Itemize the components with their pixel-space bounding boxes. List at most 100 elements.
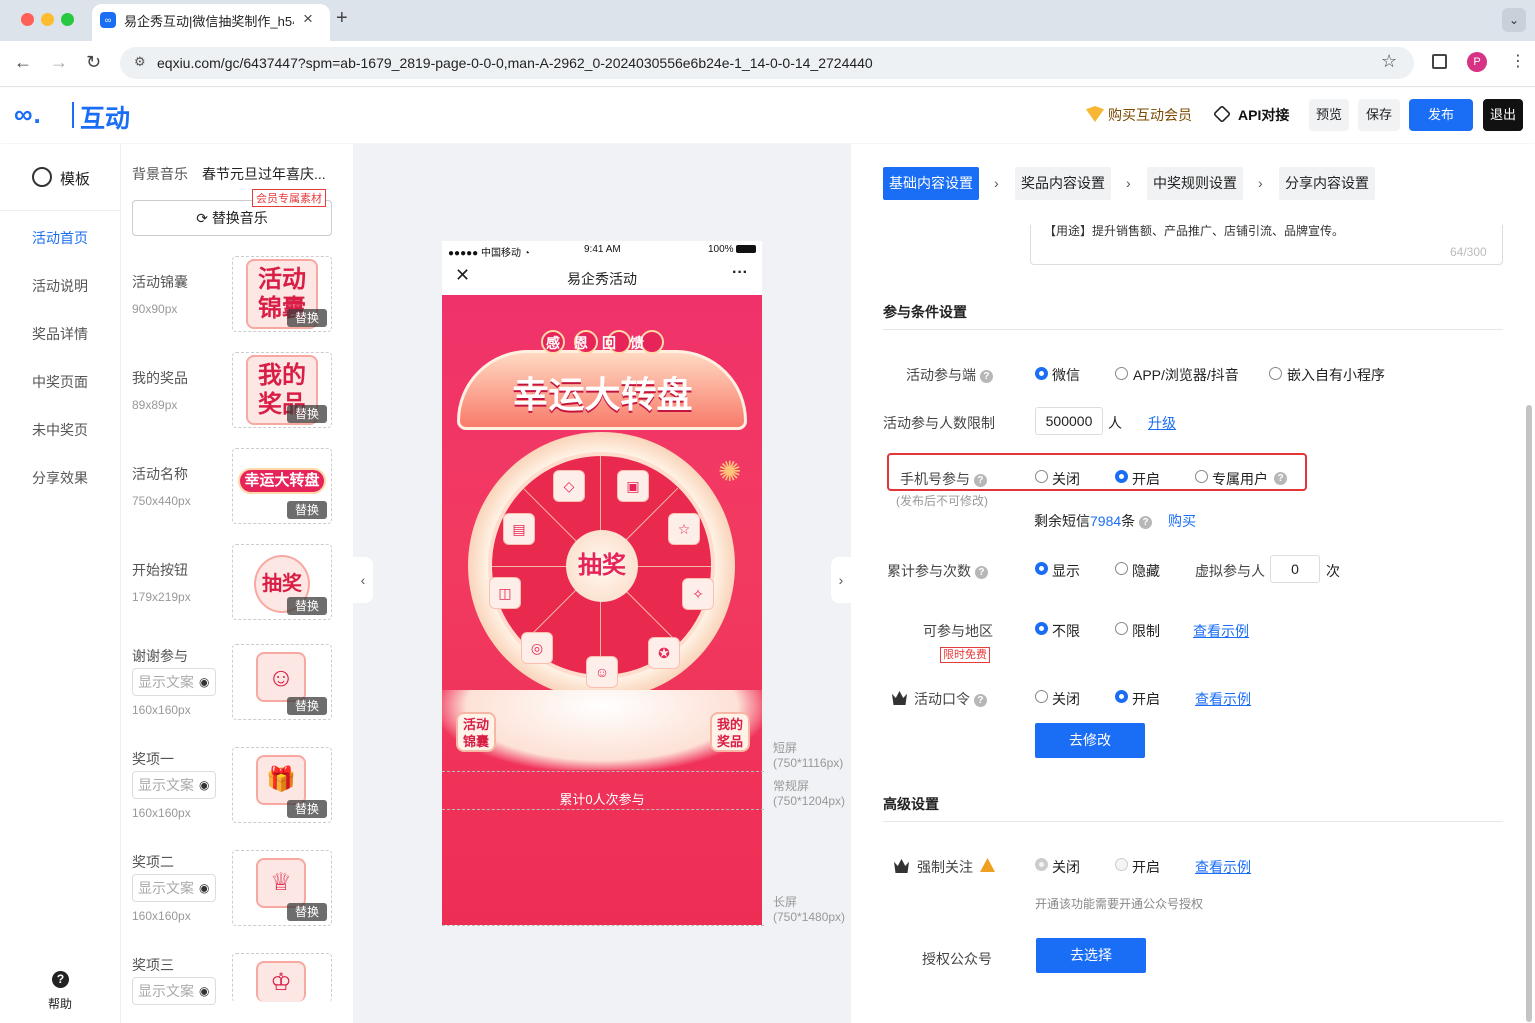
help-label[interactable]: 帮助 [48, 995, 72, 1012]
radio-label[interactable]: 关闭 [1052, 469, 1080, 489]
view-example-link[interactable]: 查看示例 [1195, 689, 1251, 709]
replace-button[interactable]: 替换 [287, 405, 327, 423]
radio-app[interactable] [1115, 367, 1128, 380]
scrollbar[interactable] [1526, 405, 1532, 1022]
save-button[interactable]: 保存 [1358, 99, 1400, 131]
radio-phone-on[interactable] [1115, 470, 1128, 483]
buy-sms-link[interactable]: 购买 [1168, 511, 1196, 531]
buy-vip-link[interactable]: 购买互动会员 [1108, 105, 1192, 125]
question-icon[interactable]: ? [1139, 516, 1153, 529]
limit-input[interactable]: 500000 [1035, 407, 1103, 435]
question-icon[interactable]: ? [974, 566, 988, 579]
battery-icon [736, 245, 756, 253]
question-icon[interactable]: ? [979, 370, 993, 383]
radio-label[interactable]: APP/浏览器/抖音 [1133, 365, 1239, 385]
question-icon[interactable]: ? [973, 474, 987, 487]
browser-menu-icon[interactable]: ⋮ [1510, 51, 1526, 71]
eqxiu-logo-icon[interactable]: ∞. [14, 99, 42, 130]
step-share[interactable]: 分享内容设置 [1279, 167, 1375, 200]
nav-win-page[interactable]: 中奖页面 [32, 372, 88, 392]
step-rules[interactable]: 中奖规则设置 [1147, 167, 1243, 200]
palette-icon[interactable]: ◉ [199, 881, 209, 895]
preview-button[interactable]: 预览 [1309, 99, 1349, 131]
radio-region-unlimited[interactable] [1035, 622, 1048, 635]
palette-icon[interactable]: ◉ [199, 675, 209, 689]
question-icon[interactable]: ? [973, 694, 987, 707]
radio-phone-exclusive[interactable] [1195, 470, 1208, 483]
nav-share-effect[interactable]: 分享效果 [32, 468, 88, 488]
radio-times-show[interactable] [1035, 562, 1048, 575]
radio-times-hide[interactable] [1115, 562, 1128, 575]
step-basic[interactable]: 基础内容设置 [883, 167, 979, 200]
radio-password-on[interactable] [1115, 690, 1128, 703]
palette-icon[interactable]: ◉ [199, 984, 209, 998]
question-icon[interactable]: ? [1274, 472, 1287, 485]
radio-password-off[interactable] [1035, 690, 1048, 703]
nav-activity-home[interactable]: 活动首页 [32, 228, 88, 248]
radio-label[interactable]: 嵌入自有小程序 [1287, 365, 1385, 385]
radio-phone-off[interactable] [1035, 470, 1048, 483]
profile-avatar[interactable]: P [1467, 52, 1487, 72]
more-icon[interactable]: ··· [732, 264, 748, 282]
reload-icon[interactable]: ↻ [86, 52, 101, 73]
help-icon[interactable]: ? [52, 971, 69, 988]
replace-button[interactable]: 替换 [287, 903, 327, 921]
radio-wechat[interactable] [1035, 367, 1048, 380]
forward-icon[interactable]: → [50, 52, 68, 73]
replace-button[interactable]: 替换 [287, 501, 327, 519]
collapse-right-icon[interactable]: › [831, 557, 851, 603]
radio-label[interactable]: 关闭 [1052, 857, 1080, 877]
radio-label[interactable]: 限制 [1132, 621, 1160, 641]
step-prizes[interactable]: 奖品内容设置 [1015, 167, 1111, 200]
replace-button[interactable]: 替换 [287, 697, 327, 715]
radio-region-limit[interactable] [1115, 622, 1128, 635]
radio-miniprogram[interactable] [1269, 367, 1282, 380]
url-text[interactable]: eqxiu.com/gc/6437447?spm=ab-1679_2819-pa… [157, 55, 873, 71]
description-count: 64/300 [1450, 245, 1487, 259]
nav-activity-desc[interactable]: 活动说明 [32, 276, 88, 296]
upgrade-link[interactable]: 升级 [1148, 413, 1176, 433]
collapse-left-icon[interactable]: ‹ [353, 557, 373, 603]
replace-button[interactable]: 替换 [287, 309, 327, 327]
replace-button[interactable]: 替换 [287, 800, 327, 818]
logo-text[interactable]: 互动 [80, 99, 130, 135]
site-settings-icon[interactable]: ⚙ [134, 54, 146, 70]
replace-button[interactable]: 替换 [287, 597, 327, 615]
strategy-badge[interactable]: 活动锦囊 [456, 712, 496, 752]
select-account-button[interactable]: 去选择 [1036, 938, 1146, 973]
radio-label[interactable]: 开启 [1132, 469, 1160, 489]
my-prize-badge[interactable]: 我的奖品 [710, 712, 750, 752]
radio-label[interactable]: 微信 [1052, 365, 1080, 385]
side-panel-icon[interactable] [1432, 54, 1447, 69]
view-example-link[interactable]: 查看示例 [1193, 621, 1249, 641]
maximize-window-button[interactable] [61, 13, 74, 26]
new-tab-icon[interactable]: + [336, 7, 348, 30]
palette-icon[interactable]: ◉ [199, 778, 209, 792]
tab-search-icon[interactable]: ⌄ [1502, 8, 1526, 32]
tab-close-icon[interactable]: × [303, 9, 313, 29]
back-icon[interactable]: ← [14, 52, 32, 73]
radio-label[interactable]: 隐藏 [1132, 561, 1160, 581]
radio-label[interactable]: 关闭 [1052, 689, 1080, 709]
publish-button[interactable]: 发布 [1409, 99, 1473, 131]
close-window-button[interactable] [21, 13, 34, 26]
nav-prize-detail[interactable]: 奖品详情 [32, 324, 88, 344]
minimize-window-button[interactable] [41, 13, 54, 26]
modify-button[interactable]: 去修改 [1035, 723, 1145, 758]
asset-size: 750x440px [132, 494, 191, 508]
radio-label[interactable]: 开启 [1132, 857, 1160, 877]
nav-template[interactable]: 模板 [60, 168, 90, 189]
api-link[interactable]: API对接 [1238, 105, 1289, 125]
radio-label[interactable]: 不限 [1052, 621, 1080, 641]
nav-lose-page[interactable]: 未中奖页 [32, 420, 88, 440]
radio-follow-off[interactable] [1035, 858, 1048, 871]
radio-label[interactable]: 开启 [1132, 689, 1160, 709]
virtual-input[interactable]: 0 [1270, 555, 1320, 583]
radio-label[interactable]: 显示 [1052, 561, 1080, 581]
bookmark-star-icon[interactable]: ☆ [1381, 51, 1397, 72]
radio-follow-on[interactable] [1115, 858, 1128, 871]
draw-button[interactable]: 抽奖 [566, 530, 638, 602]
exit-button[interactable]: 退出 [1483, 99, 1523, 131]
radio-label[interactable]: 专属用户 [1212, 469, 1268, 489]
view-example-link[interactable]: 查看示例 [1195, 857, 1251, 877]
